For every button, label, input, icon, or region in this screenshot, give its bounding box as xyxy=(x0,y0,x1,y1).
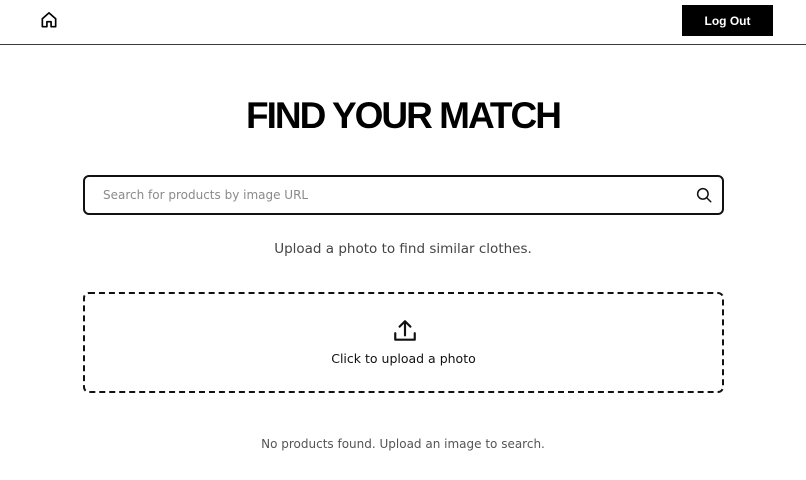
upload-label: Click to upload a photo xyxy=(331,351,476,366)
search-input[interactable] xyxy=(103,177,683,213)
home-icon xyxy=(41,12,57,28)
search-bar xyxy=(83,175,724,215)
search-icon[interactable] xyxy=(695,186,713,204)
home-button[interactable] xyxy=(38,9,60,31)
page-title: FIND YOUR MATCH xyxy=(246,95,562,136)
empty-results-message: No products found. Upload an image to se… xyxy=(261,437,545,451)
upload-instructions: Upload a photo to find similar clothes. xyxy=(274,241,532,257)
logout-button[interactable]: Log Out xyxy=(682,5,773,36)
top-navbar: Log Out xyxy=(0,0,806,45)
upload-dropzone[interactable]: Click to upload a photo xyxy=(83,292,724,393)
upload-icon xyxy=(394,320,416,341)
